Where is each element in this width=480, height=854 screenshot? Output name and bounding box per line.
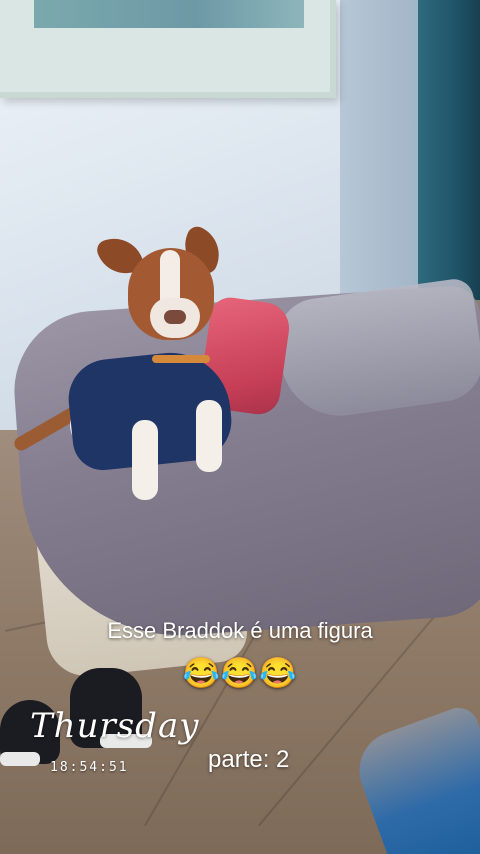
dog-nose	[164, 310, 186, 324]
picture-frame-artwork	[34, 0, 304, 28]
picture-frame	[0, 0, 336, 98]
dog-collar	[152, 355, 210, 363]
shoe-sole	[0, 752, 40, 766]
time-label: 18:54:51	[50, 760, 129, 775]
caption-emojis: 😂😂😂	[182, 657, 298, 690]
caption-text: Esse Braddok é uma figura	[107, 618, 373, 643]
teal-curtain	[418, 0, 480, 300]
wall-shadow	[340, 0, 430, 310]
dog-front-leg-right	[196, 400, 222, 472]
dog-front-leg-left	[132, 420, 158, 500]
part-label: parte: 2	[208, 746, 290, 773]
day-label: Thursday	[30, 706, 200, 746]
